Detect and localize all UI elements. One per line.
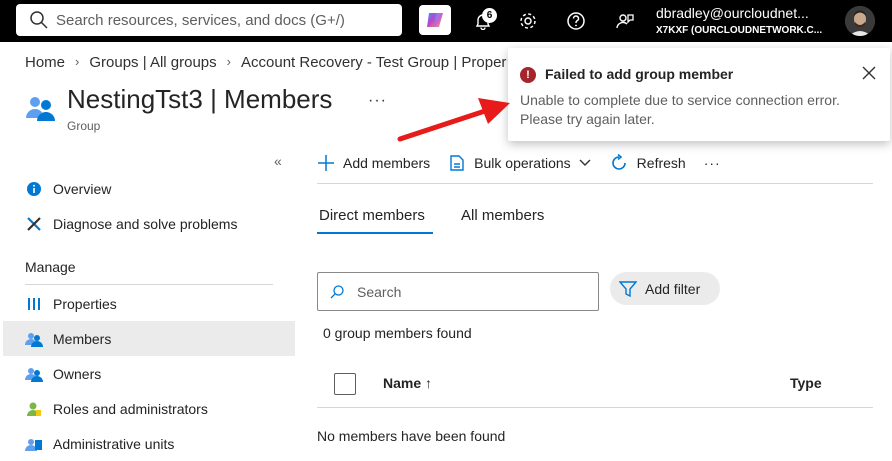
- chevron-down-icon: [579, 159, 591, 167]
- breadcrumb: Home › Groups | All groups › Account Rec…: [25, 54, 506, 71]
- refresh-button[interactable]: Refresh: [609, 153, 686, 173]
- sidebar-item-properties[interactable]: Properties: [3, 286, 295, 321]
- properties-icon: [25, 295, 43, 313]
- members-search-input[interactable]: Search: [317, 272, 599, 311]
- gear-icon: [520, 13, 536, 29]
- search-icon: [329, 284, 345, 300]
- toast-message: Unable to complete due to service connec…: [520, 92, 840, 127]
- filter-icon: [619, 280, 637, 298]
- sidebar-item-diagnose[interactable]: Diagnose and solve problems: [3, 206, 295, 241]
- sidebar-item-label: Roles and administrators: [53, 400, 208, 417]
- sidebar-item-label: Properties: [53, 295, 117, 312]
- command-bar: Add members Bulk operations Refresh ···: [317, 146, 739, 180]
- global-search-input[interactable]: Search resources, services, and docs (G+…: [16, 4, 402, 36]
- search-icon: [30, 11, 48, 29]
- sidebar-section-manage: Manage: [25, 259, 76, 275]
- admin-units-icon: [25, 435, 43, 453]
- global-search-placeholder: Search resources, services, and docs (G+…: [56, 11, 345, 29]
- sidebar-item-label: Members: [53, 330, 112, 347]
- add-filter-label: Add filter: [645, 280, 701, 297]
- sidebar-item-roles[interactable]: Roles and administrators: [3, 391, 295, 426]
- collapse-sidebar-button[interactable]: «: [274, 153, 282, 169]
- sidebar-item-admin-units[interactable]: Administrative units: [3, 426, 295, 461]
- refresh-icon: [609, 153, 629, 173]
- error-notification-toast: ! Failed to add group member Unable to c…: [508, 48, 890, 141]
- breadcrumb-groups[interactable]: Groups | All groups: [89, 54, 216, 71]
- account-user-name[interactable]: dbradley@ourcloudnet...: [656, 5, 809, 21]
- tab-all-members[interactable]: All members: [461, 207, 544, 224]
- toast-title: Failed to add group member: [545, 66, 734, 82]
- close-icon: [862, 66, 876, 80]
- select-all-checkbox[interactable]: [334, 373, 356, 395]
- column-header-name[interactable]: Name ↑: [383, 375, 432, 391]
- breadcrumb-group[interactable]: Account Recovery - Test Group | Proper: [241, 54, 506, 71]
- refresh-label: Refresh: [636, 155, 686, 171]
- feedback-icon: [616, 14, 634, 29]
- add-filter-button[interactable]: Add filter: [610, 272, 720, 305]
- empty-state-message: No members have been found: [317, 428, 506, 444]
- sidebar-item-label: Diagnose and solve problems: [53, 215, 238, 232]
- add-members-label: Add members: [343, 155, 431, 171]
- sidebar-item-label: Administrative units: [53, 435, 175, 452]
- info-icon: [25, 180, 43, 198]
- page-subtitle: Group: [67, 119, 101, 133]
- breadcrumb-home[interactable]: Home: [25, 54, 65, 71]
- feedback-button[interactable]: [612, 8, 638, 34]
- members-icon: [25, 330, 43, 348]
- roles-icon: [25, 400, 43, 418]
- sidebar-divider: [25, 284, 273, 285]
- toolbar-divider: [317, 183, 873, 184]
- help-button[interactable]: [563, 8, 589, 34]
- members-search-placeholder: Search: [357, 283, 402, 300]
- more-commands-button[interactable]: ···: [704, 155, 721, 171]
- chevron-right-icon: ›: [75, 54, 80, 69]
- chevron-right-icon: ›: [226, 54, 231, 69]
- sidebar-item-label: Overview: [53, 180, 112, 197]
- bulk-operations-label: Bulk operations: [474, 155, 571, 171]
- bulk-operations-icon: [448, 154, 466, 172]
- group-icon: [26, 97, 55, 121]
- avatar-photo: [845, 6, 875, 36]
- copilot-button[interactable]: [419, 5, 451, 35]
- results-count: 0 group members found: [323, 325, 472, 341]
- settings-button[interactable]: [515, 8, 541, 34]
- sidebar-item-owners[interactable]: Owners: [3, 356, 295, 391]
- active-tab-indicator: [317, 232, 433, 234]
- sidebar-item-label: Owners: [53, 365, 102, 382]
- page-title: NestingTst3 | Members: [67, 84, 333, 114]
- plus-icon: [317, 154, 335, 172]
- account-tenant[interactable]: X7KXF (OURCLOUDNETWORK.C...: [656, 25, 822, 36]
- top-bar: Search resources, services, and docs (G+…: [0, 0, 892, 42]
- sidebar-item-overview[interactable]: Overview: [3, 171, 295, 206]
- close-toast-button[interactable]: [860, 64, 878, 82]
- error-icon: !: [520, 67, 536, 83]
- notification-count-badge: 6: [482, 8, 497, 23]
- help-icon: [567, 12, 585, 30]
- owners-icon: [25, 365, 43, 383]
- avatar[interactable]: [845, 6, 875, 36]
- tab-direct-members[interactable]: Direct members: [319, 207, 425, 224]
- page-more-button[interactable]: ···: [368, 92, 387, 110]
- sidebar-item-members[interactable]: Members: [3, 321, 295, 356]
- table-header-divider: [317, 407, 873, 408]
- wrench-icon: [25, 215, 43, 233]
- bulk-operations-button[interactable]: Bulk operations: [448, 154, 591, 172]
- column-header-type[interactable]: Type: [790, 375, 822, 391]
- copilot-icon: [427, 13, 443, 27]
- add-members-button[interactable]: Add members: [317, 154, 430, 172]
